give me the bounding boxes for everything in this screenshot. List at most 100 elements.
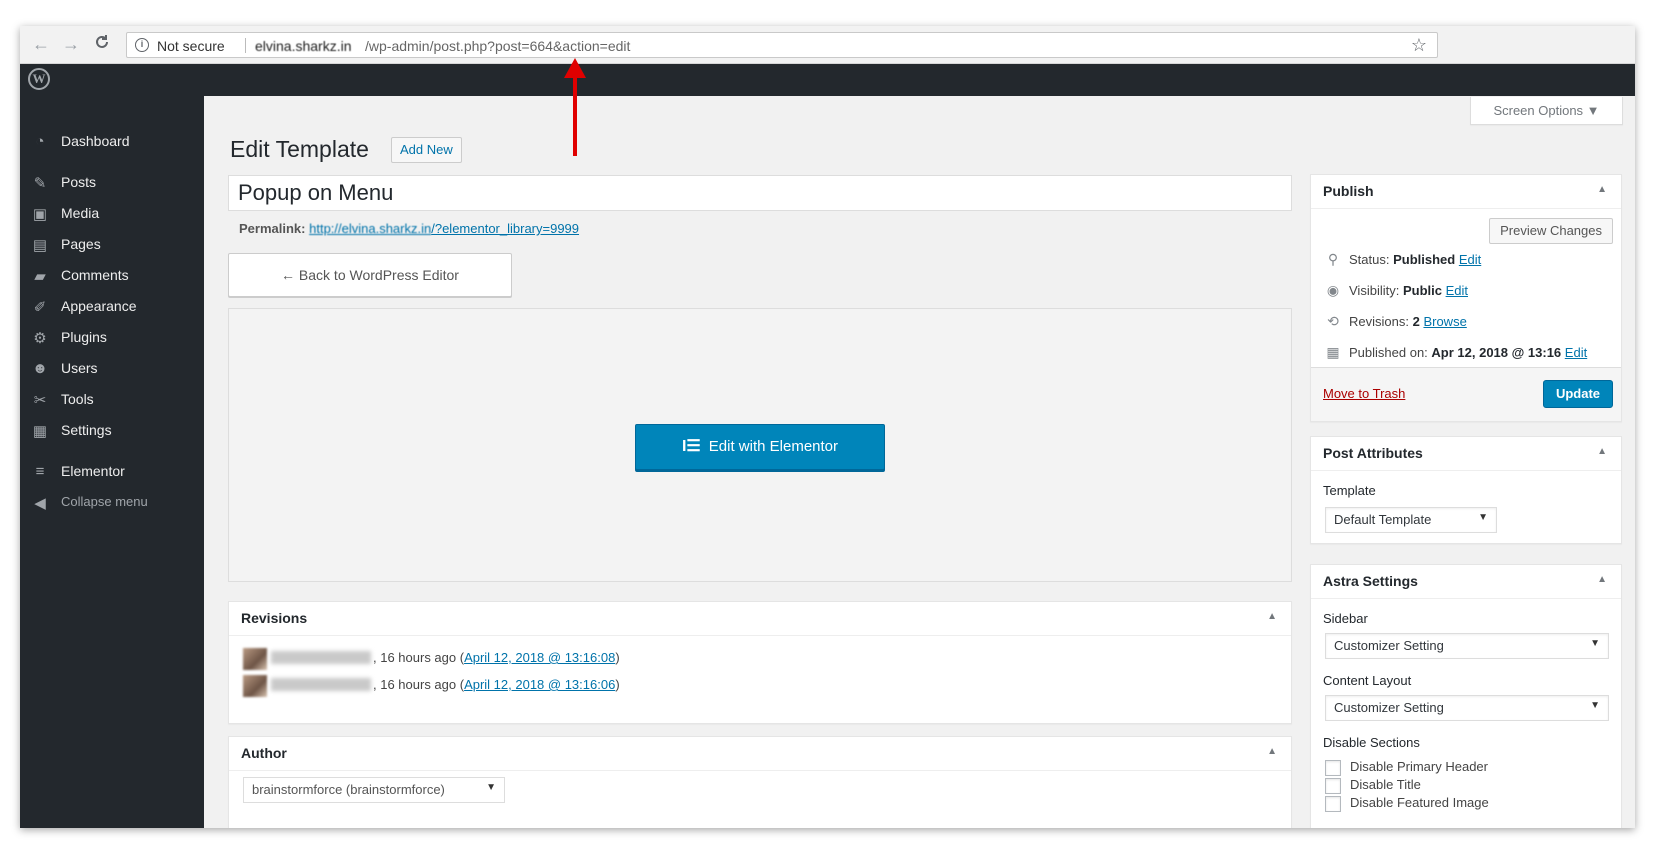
collapse-toggle-icon[interactable]: ▲ (1267, 611, 1277, 622)
preview-changes-button[interactable]: Preview Changes (1489, 218, 1613, 244)
disable-featured-image-checkbox[interactable]: Disable Featured Image (1325, 795, 1489, 813)
sidebar-item-label: Dashboard (61, 133, 130, 149)
sidebar-item-pages[interactable]: ▤ Pages (20, 229, 204, 261)
edit-with-elementor-label: Edit with Elementor (708, 438, 839, 455)
sidebar-setting-select[interactable]: Customizer Setting ▼ (1325, 633, 1609, 659)
collapse-menu-button[interactable]: ◀ Collapse menu (20, 487, 204, 519)
browse-revisions-link[interactable]: Browse (1423, 314, 1466, 329)
checkbox-box[interactable] (1325, 777, 1341, 794)
checkbox-box[interactable] (1325, 759, 1341, 776)
post-attributes-header[interactable]: Post Attributes ▲ (1311, 437, 1621, 471)
visibility-row: ◉ Visibility: Public Edit (1323, 282, 1468, 299)
content-layout-select[interactable]: Customizer Setting ▼ (1325, 695, 1609, 721)
add-new-button[interactable]: Add New (391, 137, 462, 163)
url-path[interactable]: /wp-admin/post.php?post=664&action=edit (365, 38, 630, 54)
revision-row: , 16 hours ago (April 12, 2018 @ 13:16:0… (243, 675, 1143, 697)
revision-author-name (271, 651, 371, 664)
edit-status-link[interactable]: Edit (1459, 252, 1481, 267)
media-icon: ▣ (32, 206, 48, 223)
revisions-row: ⟲ Revisions: 2 Browse (1323, 313, 1467, 330)
sidebar-item-tools[interactable]: ✂ Tools (20, 384, 204, 416)
post-title-input[interactable]: Popup on Menu (228, 175, 1292, 211)
chevron-down-icon: ▼ (1590, 700, 1600, 711)
astra-settings-title: Astra Settings (1323, 573, 1418, 589)
edit-visibility-link[interactable]: Edit (1446, 283, 1468, 298)
collapse-toggle-icon[interactable]: ▲ (1267, 746, 1277, 757)
author-select[interactable]: brainstormforce (brainstormforce) ▼ (243, 777, 505, 803)
template-selected-value: Default Template (1334, 512, 1432, 527)
disable-title-checkbox[interactable]: Disable Title (1325, 777, 1421, 795)
edit-date-link[interactable]: Edit (1565, 345, 1587, 360)
forward-arrow-icon[interactable]: → (62, 34, 80, 54)
back-to-wordpress-editor-button[interactable]: ← Back to WordPress Editor (228, 253, 512, 297)
back-arrow-icon[interactable]: ← (32, 34, 50, 54)
wordpress-logo-icon[interactable]: W (28, 68, 50, 90)
admin-sidebar: ◔ Dashboard ✎ Posts ▣ Media ▤ Pages ▰ Co… (20, 96, 204, 828)
collapse-arrow-icon: ◀ (34, 495, 46, 512)
content-layout-value: Customizer Setting (1334, 700, 1444, 715)
revision-row: , 16 hours ago (April 12, 2018 @ 13:16:0… (243, 648, 1143, 670)
collapse-toggle-icon[interactable]: ▲ (1597, 446, 1607, 457)
publish-box: Publish ▲ Preview Changes ⚲ Status: Publi… (1310, 174, 1622, 422)
user-icon: ☻ (32, 360, 48, 377)
post-attributes-title: Post Attributes (1323, 445, 1423, 461)
disable-sections-label: Disable Sections (1323, 735, 1420, 750)
reload-icon[interactable] (94, 34, 110, 55)
move-to-trash-link[interactable]: Move to Trash (1323, 386, 1405, 401)
browser-window: ← → i Not secure elvina.sharkz.in /wp-ad… (20, 26, 1635, 828)
security-label[interactable]: Not secure (157, 38, 225, 54)
sidebar-item-comments[interactable]: ▰ Comments (20, 260, 204, 292)
sidebar-item-users[interactable]: ☻ Users (20, 353, 204, 385)
settings-icon: ▦ (32, 423, 48, 440)
disable-primary-header-checkbox[interactable]: Disable Primary Header (1325, 759, 1488, 777)
info-icon[interactable]: i (135, 38, 149, 52)
sidebar-item-appearance[interactable]: ✐ Appearance (20, 291, 204, 323)
sidebar-item-posts[interactable]: ✎ Posts (20, 167, 204, 199)
chevron-down-icon: ▼ (1478, 512, 1488, 523)
address-bar[interactable]: i Not secure elvina.sharkz.in /wp-admin/… (126, 32, 1438, 58)
revision-author-name (271, 678, 371, 691)
revision-link[interactable]: April 12, 2018 @ 13:16:08 (464, 650, 615, 665)
sidebar-item-label: Users (61, 360, 98, 376)
revision-link[interactable]: April 12, 2018 @ 13:16:06 (464, 677, 615, 692)
sidebar-item-label: Comments (61, 267, 129, 283)
paintbrush-icon: ✐ (33, 299, 47, 316)
permalink-link[interactable]: http://elvina.sharkz.in/?elementor_libra… (309, 221, 579, 236)
template-select[interactable]: Default Template ▼ (1325, 507, 1497, 533)
revisions-title: Revisions (241, 610, 308, 626)
pushpin-icon: ✎ (33, 175, 47, 192)
astra-settings-box: Astra Settings ▲ Sidebar Customizer Sett… (1310, 564, 1622, 828)
sidebar-item-plugins[interactable]: ⚙ Plugins (20, 322, 204, 354)
update-button[interactable]: Update (1542, 380, 1613, 408)
status-row: ⚲ Status: Published Edit (1323, 251, 1481, 268)
author-header[interactable]: Author ▲ (229, 737, 1291, 771)
revisions-header[interactable]: Revisions ▲ (229, 602, 1291, 636)
astra-settings-header[interactable]: Astra Settings ▲ (1311, 565, 1621, 599)
sidebar-item-label: Tools (61, 391, 94, 407)
edit-with-elementor-button[interactable]: I☰ Edit with Elementor (635, 424, 885, 470)
sidebar-item-elementor[interactable]: ≡ Elementor (20, 456, 204, 488)
sidebar-item-settings[interactable]: ▦ Settings (20, 415, 204, 447)
revision-text: , 16 hours ago (April 12, 2018 @ 13:16:0… (373, 677, 620, 692)
sidebar-item-dashboard[interactable]: ◔ Dashboard (20, 126, 204, 158)
url-host[interactable]: elvina.sharkz.in (255, 38, 352, 54)
permalink-label: Permalink: (239, 221, 306, 236)
plugin-icon: ⚙ (33, 330, 47, 347)
bookmark-star-icon[interactable]: ☆ (1411, 35, 1427, 56)
permalink-host: http://elvina.sharkz.in (309, 221, 432, 236)
collapse-menu-label: Collapse menu (61, 494, 148, 509)
revision-close-paren: ) (615, 677, 620, 692)
collapse-toggle-icon[interactable]: ▲ (1597, 184, 1607, 195)
comment-icon: ▰ (34, 268, 46, 285)
revision-time: , 16 hours ago ( (373, 650, 465, 665)
sidebar-item-media[interactable]: ▣ Media (20, 198, 204, 230)
elementor-logo-icon: I☰ (681, 438, 701, 455)
publish-actions: Move to Trash Update (1311, 367, 1621, 421)
publish-header[interactable]: Publish ▲ (1311, 175, 1621, 209)
content-layout-label: Content Layout (1323, 673, 1412, 688)
author-selected-value: brainstormforce (brainstormforce) (252, 782, 445, 797)
checkbox-box[interactable] (1325, 795, 1341, 812)
screen-options-button[interactable]: Screen Options ▼ (1470, 97, 1623, 125)
collapse-toggle-icon[interactable]: ▲ (1597, 574, 1607, 585)
admin-bar: W (20, 64, 1635, 96)
